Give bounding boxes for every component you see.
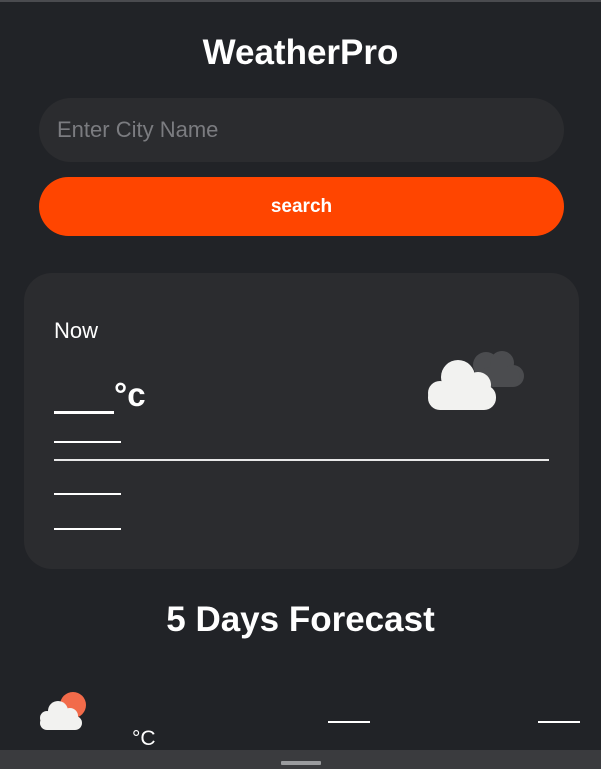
temperature-unit: °c bbox=[114, 376, 146, 413]
current-weather-card: Now °c bbox=[24, 273, 579, 569]
card-divider bbox=[54, 459, 549, 461]
current-label: Now bbox=[54, 318, 99, 343]
forecast-title: 5 Days Forecast bbox=[166, 600, 435, 639]
top-border bbox=[0, 0, 601, 2]
weather-description-placeholder bbox=[54, 441, 121, 443]
cloudy-icon bbox=[428, 351, 524, 410]
date-placeholder bbox=[54, 493, 121, 495]
forecast-value-placeholder bbox=[328, 721, 370, 723]
app-title: WeatherPro bbox=[202, 33, 399, 72]
search-button[interactable]: search bbox=[39, 177, 564, 236]
forecast-temperature-unit: °C bbox=[132, 727, 156, 750]
weather-app: WeatherPro search Now °c bbox=[0, 0, 601, 750]
resize-handle[interactable] bbox=[281, 761, 321, 765]
partly-cloudy-sun-icon bbox=[40, 692, 86, 730]
city-search-input[interactable] bbox=[39, 98, 564, 162]
temperature-value-placeholder bbox=[54, 411, 114, 414]
location-placeholder bbox=[54, 528, 121, 530]
forecast-value-placeholder bbox=[538, 721, 580, 723]
